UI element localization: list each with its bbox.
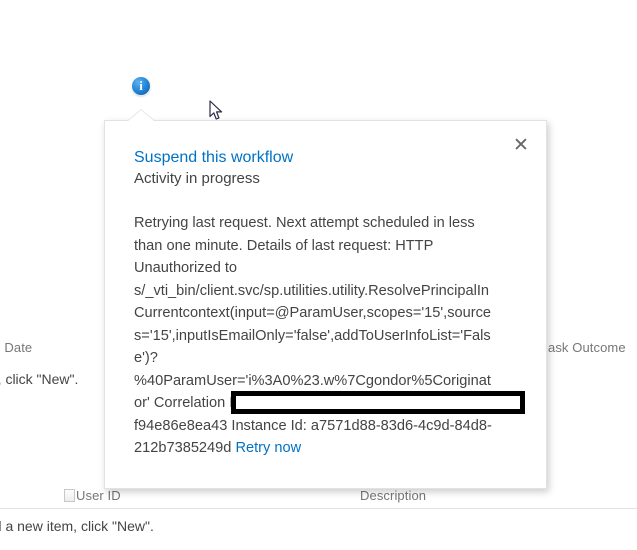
retry-now-link[interactable]: Retry now bbox=[235, 440, 301, 456]
column-header-due-date[interactable]: ue Date bbox=[0, 340, 32, 355]
workflow-status-subtitle: Activity in progress bbox=[134, 170, 260, 187]
list-divider bbox=[0, 508, 637, 509]
empty-list-hint-top: m, click "New". bbox=[0, 371, 79, 387]
workflow-error-message: Retrying last request. Next attempt sche… bbox=[134, 212, 498, 460]
workflow-title-link[interactable]: Suspend this workflow bbox=[134, 147, 498, 168]
close-icon[interactable]: ✕ bbox=[508, 133, 534, 159]
redaction-bar bbox=[231, 391, 525, 414]
column-header-user-id-label: User ID bbox=[76, 488, 121, 503]
column-header-task-outcome[interactable]: ask Outcome bbox=[548, 340, 626, 355]
column-header-user-id-row[interactable]: User ID bbox=[64, 488, 121, 503]
error-message-intro: Retrying last request. Next attempt sche… bbox=[134, 215, 475, 276]
callout-tail-icon bbox=[128, 110, 154, 121]
empty-list-hint-bottom: dd a new item, click "New". bbox=[0, 518, 154, 534]
workflow-status-callout: ✕ Suspend this workflow Activity in prog… bbox=[104, 110, 547, 489]
error-message-detail: s/_vti_bin/client.svc/sp.utilities.utili… bbox=[134, 282, 492, 457]
information-icon[interactable]: i bbox=[132, 77, 150, 95]
column-header-description[interactable]: Description bbox=[360, 488, 426, 503]
select-all-checkbox[interactable] bbox=[64, 489, 75, 502]
